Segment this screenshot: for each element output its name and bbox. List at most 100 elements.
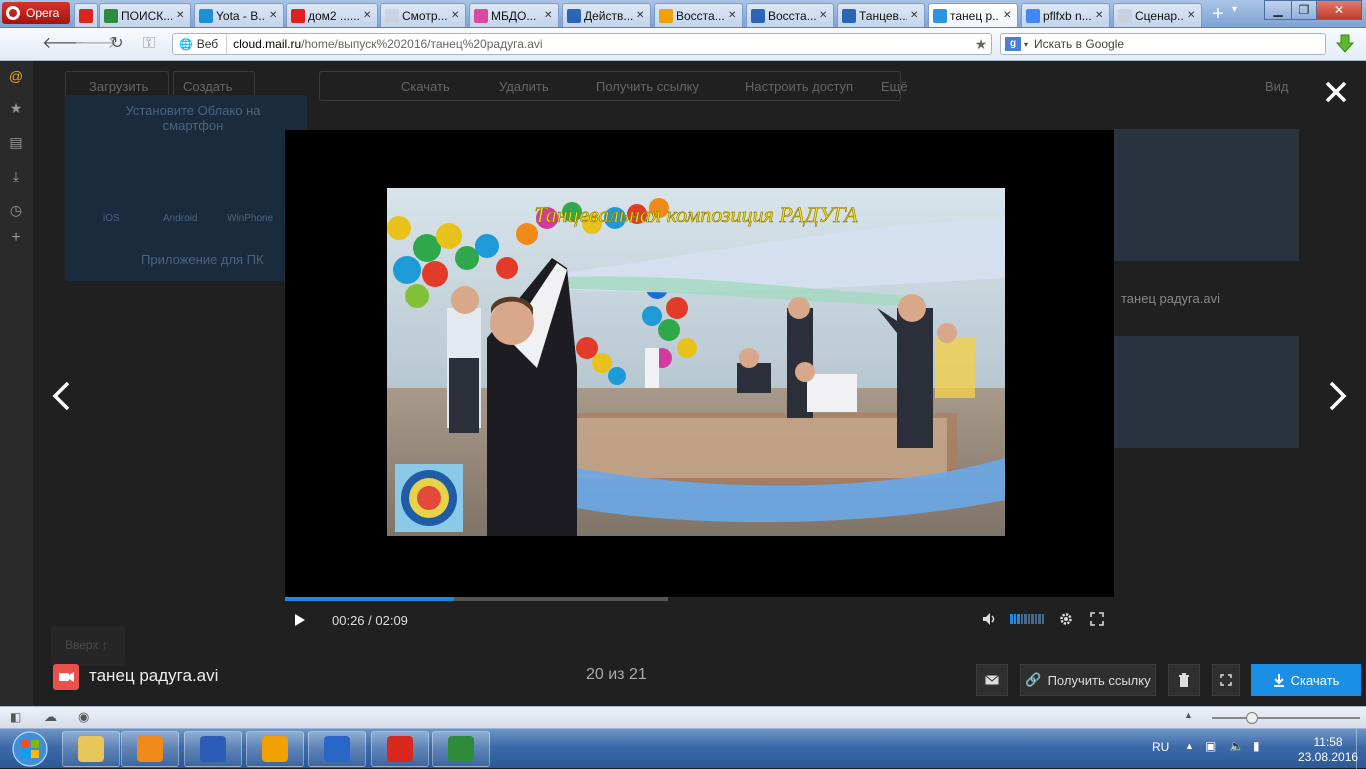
battery-icon[interactable]: ▮ (1253, 739, 1260, 753)
tab[interactable]: Действ... ✕ (562, 3, 651, 27)
opera-menu-label: Opera (26, 6, 60, 20)
explorer-taskbar-button[interactable] (62, 731, 120, 767)
tab-close-icon[interactable]: ✕ (728, 10, 738, 21)
get-link-button[interactable]: 🔗 Получить ссылку (1020, 664, 1156, 696)
clock[interactable]: 11:58 23.08.2016 (1298, 735, 1358, 765)
key-icon[interactable]: ⚿ (138, 34, 160, 54)
back-arrow-icon[interactable]: 🡐 (42, 34, 85, 54)
tab-close-icon[interactable]: ✕ (819, 10, 829, 21)
google-icon[interactable]: g (1005, 37, 1021, 51)
downloads-panel-icon[interactable]: ⤓ (7, 167, 25, 185)
close-viewer-icon[interactable] (1322, 78, 1350, 106)
tab-title: Yota - В... (216, 8, 266, 23)
tab[interactable]: Восста... ✕ (746, 3, 834, 27)
upload-label: Загрузить (89, 79, 149, 94)
tray-expand-icon[interactable]: ▲ (1185, 741, 1194, 751)
bookmarks-star-icon[interactable]: ★ (7, 99, 25, 117)
previous-arrow-icon[interactable] (50, 380, 74, 412)
tab-close-icon[interactable]: ✕ (363, 10, 373, 21)
settings-gear-icon[interactable] (1059, 612, 1073, 626)
tab-close-icon[interactable]: ✕ (544, 10, 554, 21)
history-clock-icon[interactable]: ◷ (7, 201, 25, 219)
url-text[interactable]: cloud.mail.ru/home/выпуск%202016/танец%2… (227, 37, 971, 51)
downloads-icon[interactable] (1336, 34, 1354, 54)
eye-app-taskbar-button[interactable] (432, 731, 490, 767)
tab-title: Восста... (768, 8, 816, 23)
web-security-badge[interactable]: 🌐 Веб (173, 34, 228, 54)
media-player-taskbar-button[interactable] (121, 731, 179, 767)
url-field[interactable]: 🌐 Веб cloud.mail.ru/home/выпуск%202016/т… (172, 33, 992, 55)
zoom-slider[interactable] (1212, 717, 1360, 719)
expand-button[interactable] (1212, 664, 1240, 696)
fullscreen-icon[interactable] (1090, 612, 1104, 626)
volume-icon[interactable] (982, 612, 998, 626)
turbo-cloud-icon[interactable]: ☁ (44, 709, 57, 725)
view-menu-icon[interactable]: ▲ (1184, 710, 1193, 720)
windows-taskbar: RU ▲ ▣ 🔈 ▮ 11:58 23.08.2016 (0, 728, 1366, 769)
tab-close-icon[interactable]: ✕ (269, 10, 279, 21)
new-tab-button[interactable]: + (1207, 4, 1229, 26)
forward-arrow-icon[interactable]: 🡒 (74, 34, 117, 54)
language-indicator[interactable]: RU (1152, 740, 1169, 754)
tab[interactable]: дом2 ...... ✕ (286, 3, 378, 27)
tab-close-icon[interactable]: ✕ (910, 10, 920, 21)
tab-close-icon[interactable]: ✕ (451, 10, 461, 21)
tab-close-icon[interactable]: ✕ (636, 10, 646, 21)
add-panel-icon[interactable]: + (7, 229, 25, 247)
tab[interactable]: Смотр... ✕ (380, 3, 466, 27)
tab[interactable]: Танцев... ✕ (837, 3, 925, 27)
search-field[interactable]: g ▾ Искать в Google (1000, 33, 1326, 55)
video-frame[interactable]: Танцевальная композиция РАДУГА (387, 188, 1005, 536)
globe-icon: 🌐 (179, 38, 193, 51)
search-engine-dropdown-icon[interactable]: ▾ (1024, 40, 1028, 49)
tab[interactable]: pflfxb n... ✕ (1021, 3, 1110, 27)
bookmark-star-icon[interactable]: ★ (971, 36, 991, 53)
share-label: Настроить доступ (745, 79, 854, 94)
more-label: Ещё (881, 79, 908, 94)
mail-icon[interactable]: @ (7, 67, 25, 85)
reload-icon[interactable]: ↻ (106, 34, 128, 54)
tab[interactable]: Восста... ✕ (654, 3, 743, 27)
tab-title: Танцев... (859, 8, 907, 23)
speaker-icon[interactable]: 🔈 (1229, 739, 1244, 753)
tab[interactable]: МБДО... ✕ (469, 3, 559, 27)
volume-slider[interactable] (1010, 614, 1044, 624)
show-desktop-button[interactable] (1356, 729, 1366, 769)
notes-icon[interactable]: ▤ (7, 133, 25, 151)
download-label: Скачать (1290, 672, 1340, 688)
tab-close-icon[interactable]: ✕ (1095, 10, 1105, 21)
tab-close-icon[interactable]: ✕ (1003, 10, 1013, 21)
tab[interactable]: Сценар... ✕ (1113, 3, 1202, 27)
expand-icon (1220, 674, 1232, 686)
tab[interactable] (74, 3, 98, 27)
next-arrow-icon[interactable] (1325, 380, 1349, 412)
zoom-slider-knob[interactable] (1246, 712, 1258, 724)
maximize-button[interactable]: ❐ (1291, 0, 1317, 20)
play-icon[interactable] (294, 613, 306, 627)
delete-button[interactable] (1168, 664, 1200, 696)
tab-close-icon[interactable]: ✕ (1187, 10, 1197, 21)
video-player[interactable]: Танцевальная композиция РАДУГА (285, 130, 1114, 597)
file-counter: 20 из 21 (586, 666, 647, 683)
network-icon[interactable]: ▣ (1205, 739, 1216, 753)
tab-menu-icon[interactable]: ▾ (1232, 4, 1237, 15)
tab[interactable]: танец р... ✕ (928, 3, 1018, 27)
panel-toggle-icon[interactable]: ◧ (10, 710, 21, 724)
explorer-icon (78, 736, 104, 762)
email-button[interactable] (976, 664, 1008, 696)
speed-dial-icon[interactable]: ◉ (78, 709, 89, 725)
minimize-button[interactable]: ▁ (1264, 0, 1292, 20)
tab[interactable]: Yota - В... ✕ (194, 3, 284, 27)
download-button[interactable]: Скачать (1251, 664, 1361, 696)
close-window-button[interactable]: ✕ (1316, 0, 1362, 20)
opera-taskbar-button[interactable] (371, 731, 429, 767)
save-disk-taskbar-button[interactable] (184, 731, 242, 767)
windows-start-button[interactable] (4, 729, 52, 769)
mailru-icon (659, 8, 673, 23)
tab-close-icon[interactable]: ✕ (176, 10, 186, 21)
audio-headphones-taskbar-button[interactable] (246, 731, 304, 767)
opera-menu-button[interactable]: Opera (2, 2, 70, 24)
volume-level-bar (1031, 614, 1034, 624)
word-taskbar-button[interactable] (308, 731, 366, 767)
tab[interactable]: ПОИСК... ✕ (99, 3, 191, 27)
